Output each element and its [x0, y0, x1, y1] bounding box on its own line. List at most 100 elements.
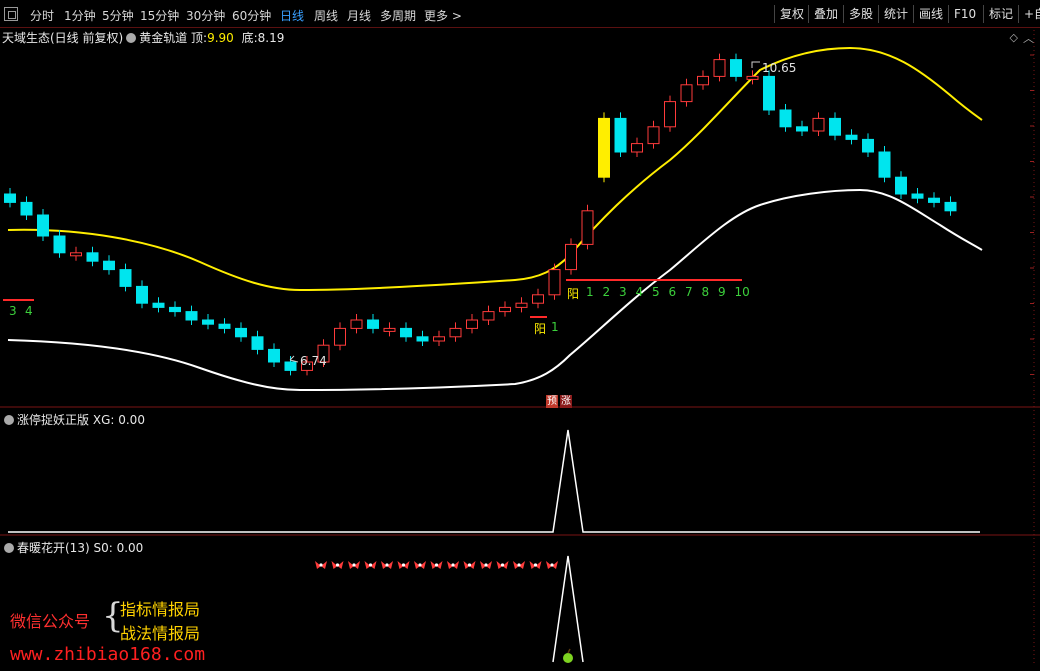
candle-body — [581, 210, 594, 245]
candle-body — [664, 101, 676, 128]
candle-body — [730, 59, 742, 77]
flower-icon — [348, 561, 360, 569]
candle-body — [763, 75, 775, 111]
bottom-value: 8.19 — [257, 31, 285, 45]
flower-icon — [364, 561, 377, 569]
flower-icon — [381, 561, 393, 569]
candle-body — [334, 327, 346, 346]
candle-body — [482, 311, 495, 321]
flower-icon — [529, 561, 542, 569]
candle-body — [614, 117, 627, 153]
pane2-indicator-name: 涨停捉妖正版 — [17, 413, 90, 427]
count-item: 7 — [685, 285, 693, 299]
settings-circle-icon[interactable] — [4, 415, 14, 425]
apple-icon — [563, 648, 573, 663]
candle-body — [911, 193, 924, 199]
upper-band-line — [7, 46, 983, 292]
candle-body — [680, 84, 693, 103]
candle-body — [367, 319, 379, 329]
candle-body — [713, 59, 726, 77]
flower-icon — [447, 561, 459, 569]
candle-body — [565, 243, 577, 271]
main-pane-title: 天域生态(日线 前复权) 黄金轨道 顶:9.90 底:8.19 — [2, 29, 284, 46]
flower-icon — [513, 561, 525, 569]
count-item: 2 — [602, 285, 611, 299]
s0-signal-line — [552, 555, 584, 663]
xg-signal-line — [8, 429, 980, 533]
bottom-label: 底: — [241, 31, 258, 45]
candle-body — [251, 336, 264, 350]
pane2-title: 涨停捉妖正版 XG: 0.00 — [2, 411, 145, 428]
candle-body — [928, 197, 940, 203]
watermark-url: www.zhibiao168.com — [10, 644, 206, 665]
yang-label-1: 阳 — [534, 322, 547, 336]
watermark-line2: 战法情报局 — [120, 624, 201, 643]
candle-body — [746, 75, 759, 80]
candle-body — [779, 109, 792, 128]
diamond-icon[interactable]: ◇ — [1010, 31, 1018, 44]
chart-canvas — [0, 30, 1040, 665]
settings-circle-icon[interactable] — [126, 33, 137, 43]
flower-icon — [331, 561, 344, 569]
top-value: 9.90 — [207, 31, 234, 45]
pane3-indicator-name: 春暖花开(13) — [17, 541, 90, 555]
flower-icon — [397, 561, 410, 569]
candle-body — [383, 327, 396, 332]
candle-body — [829, 117, 841, 136]
candle-body — [812, 117, 825, 132]
candle-body — [499, 306, 511, 313]
candle-body — [466, 319, 478, 329]
flower-icon — [546, 561, 558, 569]
candle-body — [350, 319, 363, 329]
candle-body — [103, 260, 115, 271]
flower-icon — [480, 561, 492, 569]
candle-body — [119, 269, 132, 287]
candle-body — [4, 193, 16, 203]
candle-body — [202, 319, 214, 325]
pane3-title: 春暖花开(13) S0: 0.00 — [2, 539, 143, 556]
candle-body — [400, 327, 412, 338]
count-item: 9 — [718, 285, 726, 299]
stock-title: 天域生态(日线 前复权) — [2, 31, 124, 45]
candle-body — [697, 75, 709, 86]
candle-body — [185, 311, 198, 321]
top-label: 顶: — [191, 31, 208, 45]
high-marker-label: 10.65 — [762, 61, 797, 75]
candle-body — [235, 327, 247, 338]
collapse-chevron-icon[interactable]: ︿ — [1023, 30, 1034, 46]
candle-body — [515, 302, 528, 308]
count-item: 10 — [734, 285, 750, 299]
candle-body — [169, 306, 181, 313]
candle-body — [37, 214, 49, 237]
indicator-name: 黄金轨道 — [139, 31, 188, 45]
lower-band-line — [7, 188, 983, 392]
up-signal-badge: 涨 — [560, 395, 572, 408]
candle-body — [895, 176, 907, 195]
candle-body — [136, 285, 148, 304]
flower-icon — [463, 561, 476, 569]
candle-body — [878, 151, 891, 178]
count-item: 6 — [668, 285, 677, 299]
yang-label-2: 阳 — [567, 287, 580, 301]
signal-candle — [598, 117, 610, 178]
pane2-value: 0.00 — [118, 413, 145, 427]
flower-icon — [496, 561, 509, 569]
candle-body — [532, 294, 544, 304]
count-item: 3 — [619, 285, 627, 299]
low-marker-arrow — [289, 355, 299, 363]
candle-body — [862, 138, 874, 153]
count-left-4: 4 — [25, 304, 33, 318]
candle-body — [268, 348, 280, 363]
flower-icon — [414, 561, 426, 569]
low-marker-label: 6.74 — [300, 354, 327, 368]
settings-circle-icon[interactable] — [4, 543, 14, 553]
count-item: 1 — [586, 285, 594, 299]
pane2-field: XG: — [92, 413, 115, 427]
candle-body — [218, 323, 231, 329]
watermark-wechat: 微信公众号 — [10, 612, 91, 631]
candle-body — [20, 201, 33, 216]
candle-body — [416, 336, 429, 342]
count-item: 5 — [652, 285, 660, 299]
count-left-3: 3 — [9, 304, 17, 318]
yang-count-1: 1 — [551, 320, 559, 334]
